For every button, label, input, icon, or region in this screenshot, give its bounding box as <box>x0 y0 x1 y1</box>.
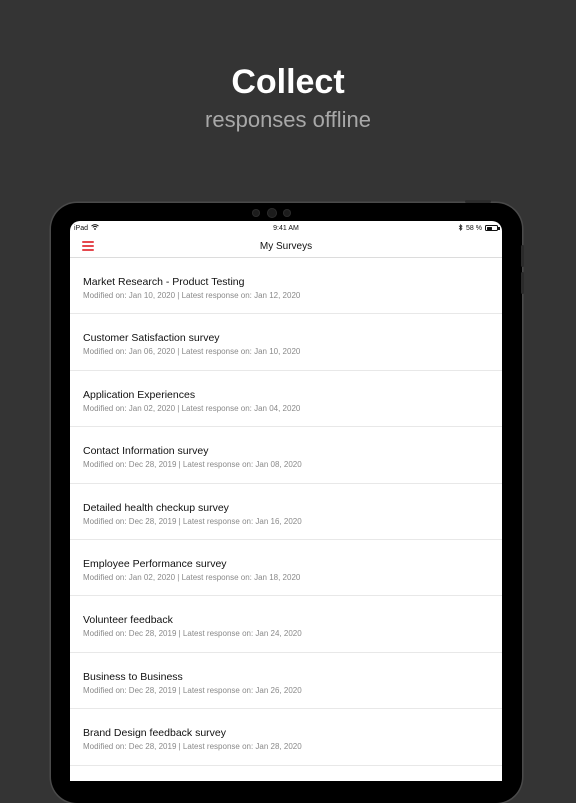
camera-icon <box>252 209 260 217</box>
camera-icon <box>283 209 291 217</box>
bluetooth-icon <box>458 223 463 233</box>
list-item[interactable]: Customer Satisfaction survey Modified on… <box>70 314 502 371</box>
device-volume-button <box>521 272 524 294</box>
list-item[interactable]: Detailed health checkup survey Modified … <box>70 484 502 540</box>
survey-meta: Modified on: Dec 28, 2019 | Latest respo… <box>83 685 302 695</box>
status-time: 9:41 AM <box>273 224 299 232</box>
survey-meta: Modified on: Dec 28, 2019 | Latest respo… <box>83 516 302 526</box>
survey-name: Detailed health checkup survey <box>83 501 229 514</box>
list-item[interactable]: Employee Performance survey Modified on:… <box>70 540 502 597</box>
hero-title: Collect <box>231 63 345 101</box>
battery-icon <box>485 225 500 231</box>
status-bar: iPad 9:41 AM 58 % <box>70 221 502 235</box>
list-item[interactable]: Business to Business Modified on: Dec 28… <box>70 653 502 710</box>
survey-name: Volunteer feedback <box>83 614 173 627</box>
survey-name: Employee Performance survey <box>83 557 227 570</box>
device-top-button <box>465 200 491 203</box>
hamburger-menu-icon[interactable] <box>82 240 96 252</box>
battery-percentage: 58 % <box>466 224 482 232</box>
list-item[interactable]: Market Research - Product Testing Modifi… <box>70 258 502 315</box>
survey-name: Customer Satisfaction survey <box>83 332 220 345</box>
survey-name: Application Experiences <box>83 388 196 401</box>
survey-meta: Modified on: Dec 28, 2019 | Latest respo… <box>83 460 302 470</box>
survey-meta: Modified on: Jan 10, 2020 | Latest respo… <box>83 291 301 300</box>
page-title: My Surveys <box>259 240 313 252</box>
navigation-bar: My Surveys <box>70 235 502 258</box>
survey-meta: Modified on: Dec 28, 2019 | Latest respo… <box>83 742 302 752</box>
survey-list: Market Research - Product Testing Modifi… <box>70 258 502 766</box>
survey-meta: Modified on: Jan 06, 2020 | Latest respo… <box>83 347 301 357</box>
list-item[interactable]: Volunteer feedback Modified on: Dec 28, … <box>70 596 502 653</box>
survey-name: Business to Business <box>83 670 183 683</box>
device-volume-button <box>521 245 524 267</box>
survey-meta: Modified on: Jan 02, 2020 | Latest respo… <box>83 572 301 582</box>
app-screen: iPad 9:41 AM 58 % My Surveys Market Rese… <box>70 221 502 781</box>
list-item[interactable]: Application Experiences Modified on: Jan… <box>70 371 502 428</box>
survey-meta: Modified on: Dec 28, 2019 | Latest respo… <box>83 629 302 639</box>
survey-name: Contact Information survey <box>83 445 209 458</box>
hero-subtitle: responses offline <box>205 107 371 132</box>
list-item[interactable]: Brand Design feedback survey Modified on… <box>70 709 502 766</box>
list-item[interactable]: Contact Information survey Modified on: … <box>70 427 502 484</box>
survey-meta: Modified on: Jan 02, 2020 | Latest respo… <box>83 403 301 413</box>
survey-name: Brand Design feedback survey <box>83 727 226 740</box>
survey-name: Market Research - Product Testing <box>83 276 245 288</box>
camera-icon <box>267 208 277 218</box>
